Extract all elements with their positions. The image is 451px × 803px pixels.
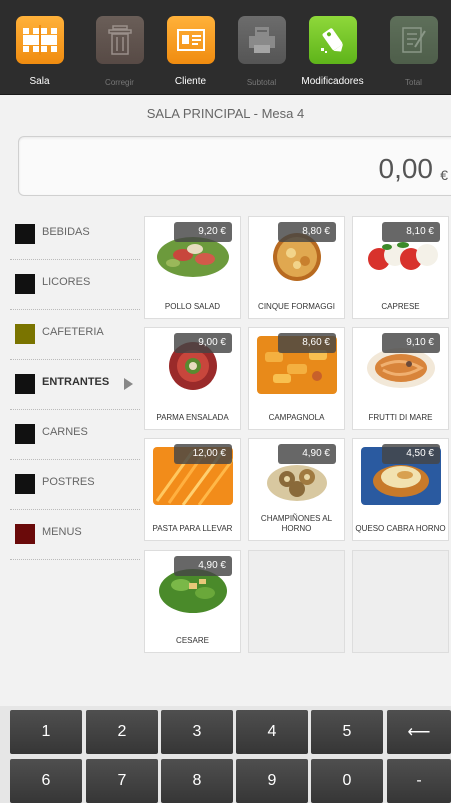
category-menus[interactable]: MENUS	[10, 510, 140, 560]
category-color-swatch	[15, 374, 35, 394]
category-list: BEBIDAS LICORES CAFETERIA ENTRANTES CARN…	[10, 210, 140, 560]
key-6[interactable]: 6	[10, 759, 82, 803]
product-price: 9,10 €	[382, 333, 440, 353]
subtotal-label: Subtotal	[246, 78, 277, 87]
category-label: BEBIDAS	[42, 226, 90, 238]
product-tile-cinque-formaggi[interactable]: 8,80 € CINQUE FORMAGGI	[248, 216, 345, 319]
category-cafeteria[interactable]: CAFETERIA	[10, 310, 140, 360]
empty-product-slot	[352, 550, 449, 653]
product-name: POLLO SALAD	[164, 302, 221, 311]
product-tile-queso-cabra-horno[interactable]: 4,50 € QUESO CABRA HORNO	[352, 438, 449, 541]
key-7[interactable]: 7	[86, 759, 158, 803]
key-2[interactable]: 2	[86, 710, 158, 754]
total-button[interactable]: Total	[376, 0, 451, 95]
edit-tag-icon	[309, 16, 357, 64]
sala-label: Sala	[29, 76, 50, 87]
top-toolbar: Sala Corregir Cliente Subtotal Modificad…	[0, 0, 451, 95]
total-label: Total	[405, 78, 422, 87]
product-price: 4,50 €	[382, 444, 440, 464]
category-color-swatch	[15, 274, 35, 294]
product-tile-caprese[interactable]: 8,10 € CAPRESE	[352, 216, 449, 319]
category-label: CARNES	[42, 426, 88, 438]
trash-icon	[96, 16, 144, 64]
sala-button[interactable]: Sala	[2, 0, 77, 95]
key-1[interactable]: 1	[10, 710, 82, 754]
corregir-button[interactable]: Corregir	[82, 0, 157, 95]
key-8[interactable]: 8	[161, 759, 233, 803]
numeric-keypad: 1 2 3 4 5 ⟵ 6 7 8 9 0 -	[0, 706, 451, 803]
modificadores-label: Modificadores	[301, 76, 364, 87]
amount-display: 0,00 €	[18, 136, 451, 196]
category-label: MENUS	[42, 526, 82, 538]
category-label: LICORES	[42, 276, 91, 288]
key-3[interactable]: 3	[161, 710, 233, 754]
category-color-swatch	[15, 224, 35, 244]
category-label: CAFETERIA	[42, 326, 104, 338]
key-5[interactable]: 5	[311, 710, 383, 754]
printer-icon	[238, 16, 286, 64]
product-name: QUESO CABRA HORNO	[355, 524, 446, 533]
corregir-label: Corregir	[105, 78, 134, 87]
category-bebidas[interactable]: BEBIDAS	[10, 210, 140, 260]
category-color-swatch	[15, 474, 35, 494]
product-name: PARMA ENSALADA	[156, 413, 229, 422]
category-entrantes[interactable]: ENTRANTES	[10, 360, 140, 410]
category-licores[interactable]: LICORES	[10, 260, 140, 310]
key-4[interactable]: 4	[236, 710, 308, 754]
product-price: 4,90 €	[278, 444, 336, 464]
category-color-swatch	[15, 524, 35, 544]
product-tile-cesare[interactable]: 4,90 € CESARE	[144, 550, 241, 653]
amount-value: 0,00	[378, 153, 434, 184]
product-name: CINQUE FORMAGGI	[258, 302, 335, 311]
subtotal-button[interactable]: Subtotal	[224, 0, 299, 95]
key-9[interactable]: 9	[236, 759, 308, 803]
currency-symbol: €	[440, 167, 448, 183]
product-tile-parma-ensalada[interactable]: 9,00 € PARMA ENSALADA	[144, 327, 241, 430]
total-edit-icon	[390, 16, 438, 64]
category-label: POSTRES	[42, 476, 95, 488]
product-tile-pasta-para-llevar[interactable]: 12,00 € PASTA PARA LLEVAR	[144, 438, 241, 541]
product-price: 9,20 €	[174, 222, 232, 242]
product-name: CAMPAGNOLA	[268, 413, 325, 422]
cliente-label: Cliente	[174, 76, 207, 87]
client-card-icon	[167, 16, 215, 64]
cliente-button[interactable]: Cliente	[153, 0, 228, 95]
tables-icon	[16, 16, 64, 64]
product-tile-campagnola[interactable]: 8,60 € CAMPAGNOLA	[248, 327, 345, 430]
product-price: 8,60 €	[278, 333, 336, 353]
product-tile-pollo-salad[interactable]: 9,20 € POLLO SALAD	[144, 216, 241, 319]
modificadores-button[interactable]: Modificadores	[295, 0, 370, 95]
product-name: CAPRESE	[381, 302, 420, 311]
product-name: CHAMPIÑONES AL HORNO	[260, 514, 333, 533]
product-price: 4,90 €	[174, 556, 232, 576]
product-name: FRUTTI DI MARE	[368, 413, 433, 422]
minus-key[interactable]: -	[387, 759, 451, 803]
category-carnes[interactable]: CARNES	[10, 410, 140, 460]
empty-product-slot	[248, 550, 345, 653]
page-title: SALA PRINCIPAL - Mesa 4	[146, 106, 305, 121]
category-color-swatch	[15, 324, 35, 344]
category-color-swatch	[15, 424, 35, 444]
product-tile-frutti-di-mare[interactable]: 9,10 € FRUTTI DI MARE	[352, 327, 449, 430]
product-price: 9,00 €	[174, 333, 232, 353]
key-0[interactable]: 0	[311, 759, 383, 803]
product-price: 8,80 €	[278, 222, 336, 242]
backspace-key[interactable]: ⟵	[387, 710, 451, 754]
product-name: CESARE	[176, 636, 209, 645]
product-tile-champinones-al-horno[interactable]: 4,90 € CHAMPIÑONES AL HORNO	[248, 438, 345, 541]
product-price: 12,00 €	[174, 444, 232, 464]
product-name: PASTA PARA LLEVAR	[152, 524, 233, 533]
product-price: 8,10 €	[382, 222, 440, 242]
category-postres[interactable]: POSTRES	[10, 460, 140, 510]
category-label: ENTRANTES	[42, 376, 110, 388]
selected-arrow-icon	[124, 378, 133, 390]
